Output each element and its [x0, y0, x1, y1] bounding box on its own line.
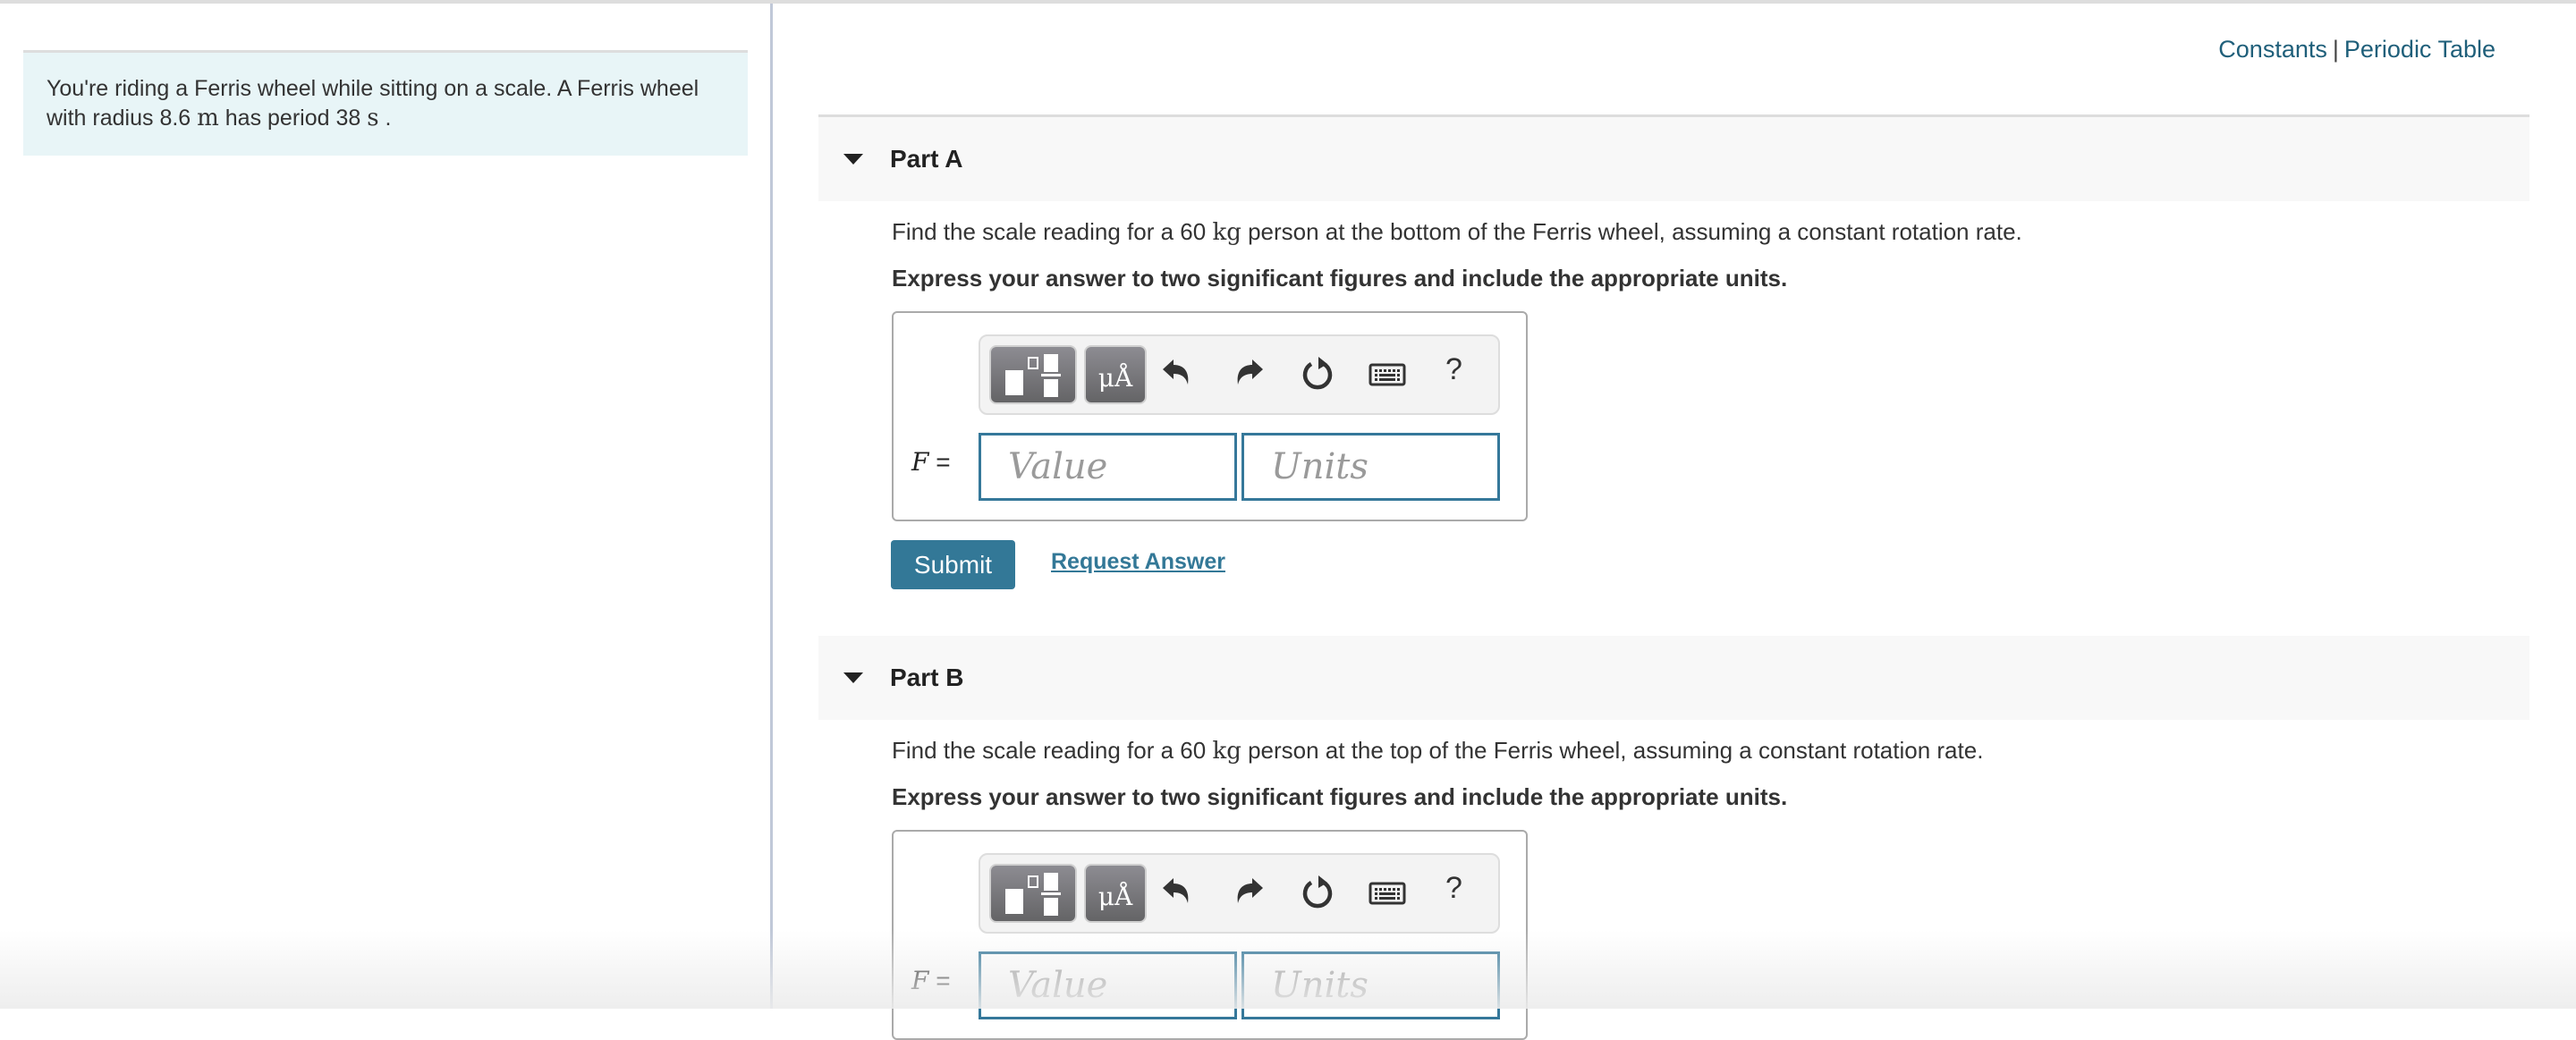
undo-icon: [1163, 359, 1189, 385]
help-button[interactable]: ?: [1445, 871, 1462, 906]
value-input[interactable]: [979, 433, 1237, 501]
part-a-header[interactable]: Part A: [818, 117, 2529, 201]
mass-unit: kg: [1212, 219, 1241, 246]
units-input[interactable]: [1241, 433, 1500, 501]
part-a-answer-box: μÅ ? F =: [892, 311, 1528, 521]
variable-symbol: F: [911, 966, 929, 995]
keyboard-icon: [1368, 363, 1406, 386]
reset-icon: [1302, 875, 1333, 909]
reset-button[interactable]: [1297, 873, 1338, 914]
math-toolbar: μÅ ?: [979, 334, 1500, 415]
radius-value: 8.6: [159, 106, 191, 131]
templates-button[interactable]: [989, 864, 1077, 923]
intro-text-end: .: [378, 106, 392, 131]
top-rule: [0, 0, 2576, 4]
units-input[interactable]: [1241, 951, 1500, 1019]
equals-sign: =: [936, 448, 951, 476]
period-value: 38: [335, 106, 361, 131]
undo-icon: [1163, 878, 1189, 903]
collapse-triangle-icon[interactable]: [843, 672, 863, 683]
part-b-instruction: Express your answer to two significant f…: [892, 783, 1788, 810]
templates-button[interactable]: [989, 345, 1077, 404]
reset-icon: [1302, 357, 1333, 390]
templates-icon: [1005, 354, 1061, 397]
equals-sign: =: [936, 967, 951, 994]
part-b-header[interactable]: Part B: [818, 636, 2529, 720]
link-separator: |: [2332, 36, 2339, 63]
mass-unit: kg: [1212, 738, 1241, 765]
keyboard-button[interactable]: [1367, 873, 1408, 914]
reset-button[interactable]: [1297, 354, 1338, 395]
intro-text-mid: has period: [218, 106, 336, 131]
redo-button[interactable]: [1227, 873, 1268, 914]
keyboard-icon: [1368, 882, 1406, 905]
periodic-table-link[interactable]: Periodic Table: [2344, 36, 2496, 63]
templates-icon: [1005, 873, 1061, 916]
part-a-title: Part A: [890, 145, 963, 173]
problem-intro: You're riding a Ferris wheel while sitti…: [23, 50, 748, 156]
collapse-triangle-icon[interactable]: [843, 154, 863, 165]
question-text: Find the scale reading for a 60: [892, 218, 1213, 245]
undo-button[interactable]: [1157, 354, 1199, 395]
math-toolbar: μÅ ?: [979, 853, 1500, 934]
units-button[interactable]: μÅ: [1084, 345, 1147, 404]
question-text-end: person at the top of the Ferris wheel, a…: [1241, 737, 1984, 764]
request-answer-link[interactable]: Request Answer: [1051, 549, 1225, 575]
variable-label: F =: [911, 966, 951, 995]
part-b-title: Part B: [890, 664, 964, 691]
part-b-question: Find the scale reading for a 60 kg perso…: [892, 737, 1983, 765]
question-text-end: person at the bottom of the Ferris wheel…: [1241, 218, 2022, 245]
value-input[interactable]: [979, 951, 1237, 1019]
redo-icon: [1237, 359, 1263, 385]
part-a-question: Find the scale reading for a 60 kg perso…: [892, 218, 2022, 246]
reference-links: Constants | Periodic Table: [2218, 36, 2496, 63]
constants-link[interactable]: Constants: [2218, 36, 2327, 63]
period-unit: s: [367, 105, 379, 131]
keyboard-button[interactable]: [1367, 354, 1408, 395]
redo-button[interactable]: [1227, 354, 1268, 395]
help-button[interactable]: ?: [1445, 352, 1462, 387]
submit-button[interactable]: Submit: [891, 540, 1015, 589]
variable-label: F =: [911, 447, 951, 477]
radius-unit: m: [197, 105, 219, 131]
question-text: Find the scale reading for a 60: [892, 737, 1213, 764]
undo-button[interactable]: [1157, 873, 1199, 914]
part-a-instruction: Express your answer to two significant f…: [892, 265, 1788, 292]
redo-icon: [1237, 878, 1263, 903]
panel-divider[interactable]: [770, 4, 773, 1009]
variable-symbol: F: [911, 447, 929, 477]
units-button[interactable]: μÅ: [1084, 864, 1147, 923]
